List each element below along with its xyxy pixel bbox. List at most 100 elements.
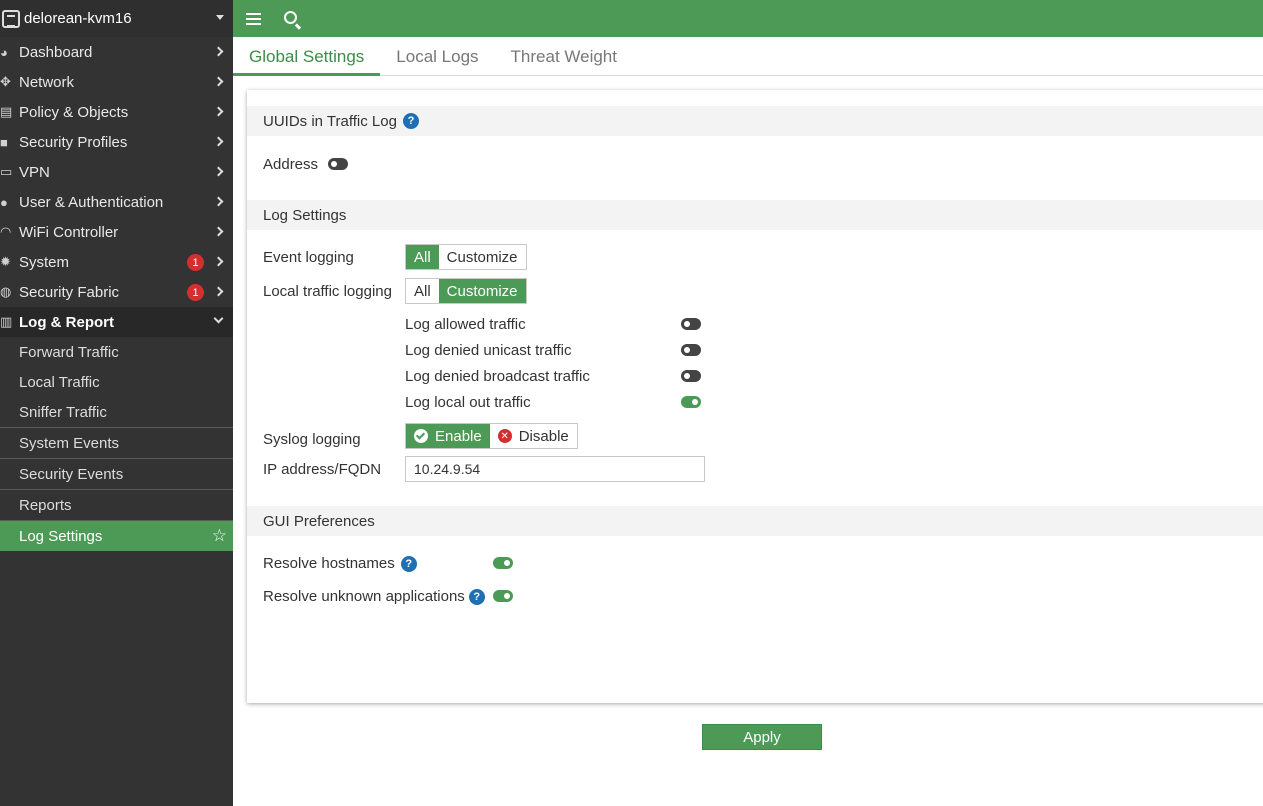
- device-name: delorean-kvm16: [24, 10, 132, 27]
- chevron-right-icon: [213, 196, 224, 207]
- chevron-down-icon: [213, 313, 224, 324]
- nav-item-network[interactable]: ✥ Network: [0, 67, 233, 97]
- nav-item-wifi-controller[interactable]: ◠ WiFi Controller: [0, 217, 233, 247]
- wifi-icon: ◠: [0, 224, 12, 239]
- sidebar-item-local-traffic[interactable]: Local Traffic: [0, 367, 233, 397]
- chevron-right-icon: [213, 46, 224, 57]
- sidebar-item-system-events[interactable]: System Events: [0, 427, 233, 458]
- search-button[interactable]: [273, 0, 313, 37]
- nav-item-security-profiles[interactable]: ■ Security Profiles: [0, 127, 233, 157]
- log-denied-unicast-label: Log denied unicast traffic: [405, 342, 572, 359]
- nav-item-vpn[interactable]: ▭ VPN: [0, 157, 233, 187]
- nav-item-dashboard[interactable]: ◕ Dashboard: [0, 37, 233, 67]
- nav-item-label: Security Fabric: [19, 283, 120, 301]
- log-allowed-traffic-label: Log allowed traffic: [405, 316, 526, 333]
- device-selector[interactable]: delorean-kvm16: [0, 0, 233, 37]
- chevron-right-icon: [213, 286, 224, 297]
- nav-item-label: Log & Report: [19, 313, 114, 331]
- tab-local-logs[interactable]: Local Logs: [380, 37, 494, 76]
- tab-global-settings[interactable]: Global Settings: [233, 37, 381, 76]
- nav-item-label: VPN: [19, 163, 50, 181]
- nav-item-security-fabric[interactable]: ◍ Security Fabric 1: [0, 277, 233, 307]
- x-circle-icon: ✕: [497, 429, 512, 443]
- log-denied-broadcast-toggle[interactable]: [681, 370, 701, 382]
- chart-icon: ▥: [0, 314, 13, 329]
- sidebar-item-forward-traffic[interactable]: Forward Traffic: [0, 337, 233, 367]
- resolve-apps-toggle[interactable]: [493, 590, 513, 602]
- address-label: Address: [263, 156, 319, 173]
- syslog-enable-option[interactable]: Enable: [406, 424, 490, 448]
- notification-badge: 1: [187, 254, 204, 271]
- lock-icon: ■: [0, 134, 8, 150]
- resolve-hostnames-label: Resolve hostnames: [263, 555, 395, 572]
- check-circle-icon: [414, 429, 428, 443]
- log-denied-unicast-toggle[interactable]: [681, 344, 701, 356]
- local-traffic-all-option[interactable]: All: [406, 279, 439, 303]
- chevron-right-icon: [213, 256, 224, 267]
- sidebar-item-sniffer-traffic[interactable]: Sniffer Traffic: [0, 397, 233, 427]
- help-icon[interactable]: ?: [468, 588, 485, 605]
- resolve-apps-label: Resolve unknown applications: [263, 588, 465, 605]
- notification-badge: 1: [187, 284, 204, 301]
- uuid-section-header: UUIDs in Traffic Log ?: [247, 106, 1263, 136]
- disable-label: Disable: [518, 427, 569, 445]
- event-logging-all-option[interactable]: All: [406, 245, 439, 269]
- chevron-right-icon: [213, 166, 224, 177]
- caret-down-icon: [216, 15, 224, 20]
- nav-item-system[interactable]: ✹ System 1: [0, 247, 233, 277]
- nav-item-label: Dashboard: [19, 43, 93, 61]
- nav-item-policy-objects[interactable]: ▤ Policy & Objects: [0, 97, 233, 127]
- apply-button[interactable]: Apply: [702, 724, 822, 750]
- sidebar: delorean-kvm16 ◕ Dashboard ✥ Network ▤ P…: [0, 0, 233, 806]
- star-icon[interactable]: ☆: [212, 526, 227, 546]
- nav-item-label: Security Profiles: [19, 133, 128, 151]
- ip-address-label: IP address/FQDN: [263, 461, 382, 478]
- laptop-icon: ▭: [0, 164, 13, 179]
- syslog-disable-option[interactable]: ✕ Disable: [489, 424, 577, 448]
- ip-address-input[interactable]: [405, 456, 705, 482]
- nav-item-label: Network: [19, 73, 75, 91]
- event-logging-selector: All Customize: [405, 244, 527, 270]
- address-toggle[interactable]: [328, 158, 348, 170]
- help-icon[interactable]: ?: [400, 555, 417, 572]
- syslog-selector: Enable ✕ Disable: [405, 423, 578, 449]
- search-icon: [283, 11, 297, 24]
- resolve-hostnames-toggle[interactable]: [493, 557, 513, 569]
- sidebar-item-label: Log Settings: [19, 527, 103, 545]
- syslog-logging-label: Syslog logging: [263, 431, 361, 448]
- settings-panel: UUIDs in Traffic Log ? Address Log Setti…: [247, 90, 1263, 703]
- log-local-out-toggle[interactable]: [681, 396, 701, 408]
- resolve-hostnames-row: Resolve hostnames ?: [263, 555, 417, 572]
- chevron-right-icon: [213, 106, 224, 117]
- gui-preferences-section-header: GUI Preferences: [247, 506, 1263, 536]
- sidebar-item-log-settings[interactable]: Log Settings ☆: [0, 520, 233, 551]
- local-traffic-customize-option[interactable]: Customize: [438, 279, 526, 303]
- policy-icon: ▤: [0, 104, 13, 119]
- sidebar-item-security-events[interactable]: Security Events: [0, 458, 233, 489]
- menu-button[interactable]: [233, 0, 273, 37]
- nav-item-user-authentication[interactable]: ● User & Authentication: [0, 187, 233, 217]
- section-title: Log Settings: [263, 206, 347, 224]
- fabric-icon: ◍: [0, 284, 12, 299]
- device-icon: [2, 9, 20, 28]
- help-icon[interactable]: ?: [402, 113, 419, 129]
- section-title: GUI Preferences: [263, 512, 375, 530]
- log-settings-section-header: Log Settings: [247, 200, 1263, 230]
- local-traffic-logging-label: Local traffic logging: [263, 283, 392, 300]
- top-bar: [233, 0, 1263, 37]
- chevron-right-icon: [213, 136, 224, 147]
- sidebar-item-reports[interactable]: Reports: [0, 489, 233, 520]
- section-title: UUIDs in Traffic Log: [263, 112, 397, 130]
- tab-bar: Global Settings Local Logs Threat Weight: [233, 37, 1263, 76]
- log-denied-broadcast-label: Log denied broadcast traffic: [405, 368, 590, 385]
- nav-item-log-report[interactable]: ▥ Log & Report: [0, 307, 233, 337]
- dashboard-icon: ◕: [0, 44, 8, 60]
- local-traffic-logging-selector: All Customize: [405, 278, 527, 304]
- network-icon: ✥: [0, 74, 11, 89]
- chevron-right-icon: [213, 76, 224, 87]
- log-local-out-label: Log local out traffic: [405, 394, 531, 411]
- tab-threat-weight[interactable]: Threat Weight: [495, 37, 633, 76]
- nav-item-label: User & Authentication: [19, 193, 164, 211]
- event-logging-customize-option[interactable]: Customize: [438, 245, 526, 269]
- log-allowed-traffic-toggle[interactable]: [681, 318, 701, 330]
